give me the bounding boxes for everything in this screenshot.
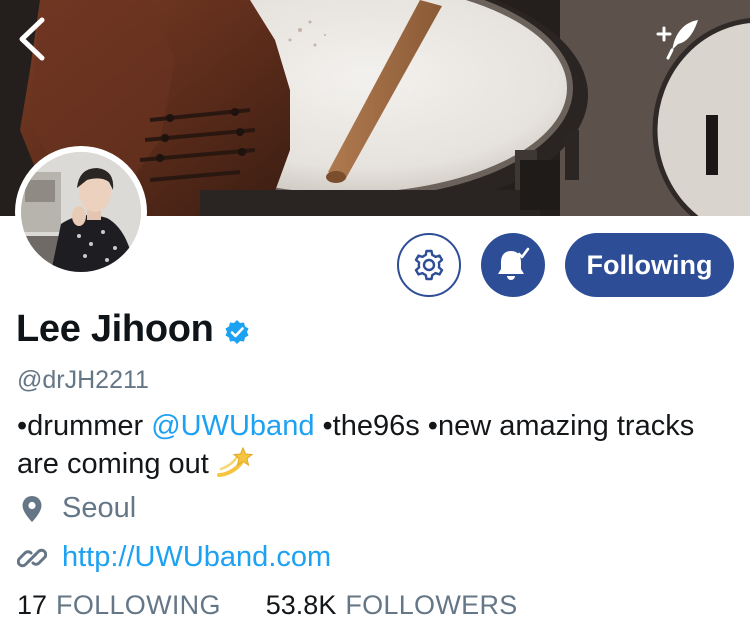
name-row: Lee Jihoon bbox=[16, 308, 250, 351]
display-name: Lee Jihoon bbox=[16, 308, 214, 350]
following-stat[interactable]: 17 FOLLOWING bbox=[17, 590, 221, 621]
back-button[interactable] bbox=[8, 12, 54, 66]
following-button[interactable]: Following bbox=[565, 233, 734, 297]
avatar-photo bbox=[21, 152, 141, 272]
bio-text-1: •drummer bbox=[17, 410, 152, 442]
follow-stats: 17 FOLLOWING 53.8K FOLLOWERS bbox=[17, 590, 518, 621]
followers-count: 53.8K bbox=[265, 590, 337, 620]
dizzy-icon bbox=[215, 445, 255, 489]
chevron-left-icon bbox=[19, 17, 45, 61]
website-link[interactable]: http://UWUband.com bbox=[62, 541, 331, 574]
profile-settings-button[interactable] bbox=[397, 233, 461, 297]
bio: •drummer @UWUband •the96s •new amazing t… bbox=[17, 408, 717, 489]
compose-feather-icon bbox=[656, 20, 698, 60]
compose-button[interactable] bbox=[652, 16, 700, 62]
bio-mention-link[interactable]: @UWUband bbox=[151, 410, 314, 442]
following-count: 17 bbox=[17, 590, 48, 620]
notifications-button[interactable] bbox=[481, 233, 545, 297]
link-icon bbox=[17, 548, 47, 567]
location-pin-icon bbox=[22, 495, 42, 522]
user-handle: @drJH2211 bbox=[17, 366, 149, 394]
followers-label: FOLLOWERS bbox=[345, 590, 518, 620]
followers-stat[interactable]: 53.8K FOLLOWERS bbox=[266, 590, 518, 621]
profile-avatar[interactable] bbox=[15, 146, 147, 278]
bell-check-icon bbox=[498, 247, 530, 280]
avatar-image bbox=[21, 152, 141, 272]
location-text: Seoul bbox=[62, 492, 137, 524]
gear-icon bbox=[414, 249, 444, 281]
verified-badge-icon bbox=[225, 319, 249, 344]
location-row: Seoul bbox=[17, 492, 136, 525]
following-label: FOLLOWING bbox=[56, 590, 221, 620]
website-row: http://UWUband.com bbox=[17, 541, 331, 574]
